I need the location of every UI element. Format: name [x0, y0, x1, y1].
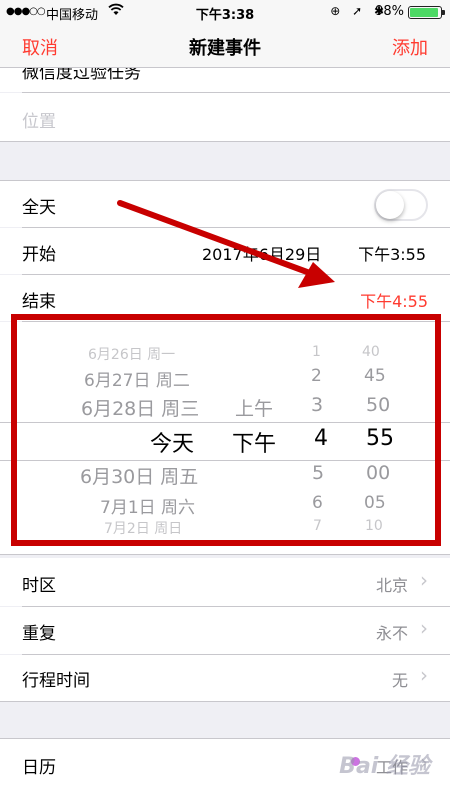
annotation-arrow-icon — [117, 200, 335, 288]
watermark-logo: Bai 经验 — [339, 754, 430, 779]
